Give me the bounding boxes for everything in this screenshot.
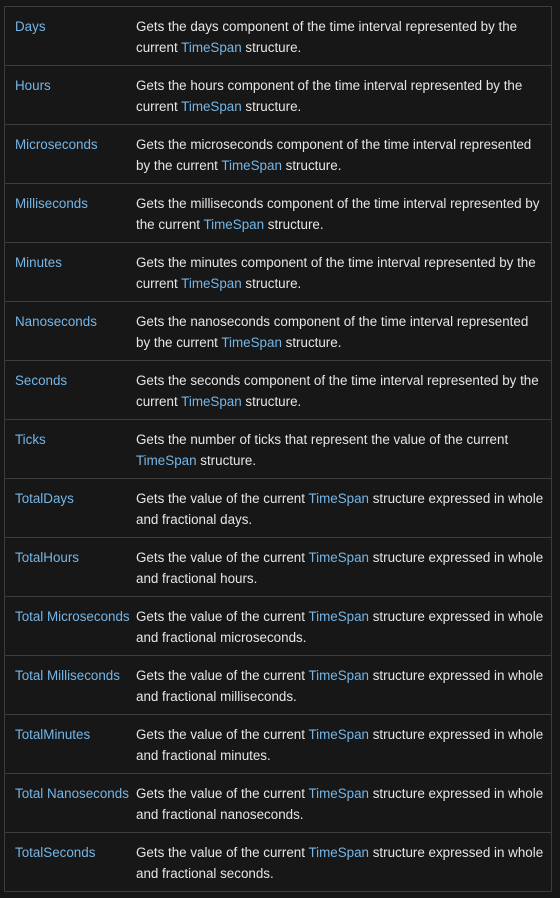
property-name-cell: Ticks — [4, 419, 136, 479]
property-name-cell: Milliseconds — [4, 183, 136, 243]
description-text: Gets the value of the current — [136, 609, 309, 624]
timespan-link[interactable]: TimeSpan — [181, 394, 242, 409]
property-description-cell: Gets the nanoseconds component of the ti… — [136, 301, 552, 361]
timespan-link[interactable]: TimeSpan — [308, 668, 369, 683]
description-text-suffix: structure. — [241, 40, 302, 55]
property-name-link[interactable]: Milliseconds — [15, 196, 88, 211]
property-description-cell: Gets the microseconds component of the t… — [136, 124, 552, 184]
timespan-link[interactable]: TimeSpan — [308, 491, 369, 506]
description-text-suffix: structure. — [264, 217, 324, 232]
table-row: TotalDays Gets the value of the current T… — [4, 478, 552, 538]
table-row: TotalSeconds Gets the value of the curren… — [4, 832, 552, 892]
property-description-cell: Gets the value of the current TimeSpan s… — [136, 832, 552, 892]
property-name-cell: TotalMinutes — [4, 714, 136, 774]
property-name-link[interactable]: TotalDays — [15, 491, 74, 506]
property-description-cell: Gets the milliseconds component of the t… — [136, 183, 552, 243]
property-name-cell: Minutes — [4, 242, 136, 302]
property-name-cell: Total Nanoseconds — [4, 773, 136, 833]
property-description-cell: Gets the value of the current TimeSpan s… — [136, 773, 552, 833]
table-row: Minutes Gets the minutes component of the… — [4, 242, 552, 302]
table-row: Days Gets the days component of the time … — [5, 7, 552, 66]
timespan-link[interactable]: TimeSpan — [221, 335, 282, 350]
description-text-suffix: structure. — [241, 276, 302, 291]
description-text-suffix: structure. — [241, 99, 302, 114]
description-text: Gets the value of the current — [136, 668, 309, 683]
description-text-suffix: structure. — [281, 158, 342, 173]
table-row: Total Nanoseconds Gets the value of the c… — [4, 773, 552, 833]
properties-table-body: Days Gets the days component of the time … — [4, 7, 552, 892]
property-name-link[interactable]: TotalHours — [15, 550, 79, 565]
property-description-cell: Gets the value of the current TimeSpan s… — [136, 537, 552, 597]
table-row: Ticks Gets the number of ticks that repre… — [4, 419, 552, 479]
property-description-cell: Gets the hours component of the time int… — [136, 65, 552, 125]
timespan-link[interactable]: TimeSpan — [181, 40, 242, 55]
properties-table: Days Gets the days component of the time … — [4, 6, 552, 892]
description-text-suffix: structure. — [281, 335, 342, 350]
description-text: Gets the value of the current — [136, 786, 309, 801]
description-text-suffix: structure. — [196, 453, 257, 468]
property-description-cell: Gets the days component of the time inte… — [136, 7, 552, 66]
property-name-link[interactable]: Days — [15, 19, 46, 34]
property-description-cell: Gets the value of the current TimeSpan s… — [136, 714, 552, 774]
description-text-suffix: structure. — [241, 394, 302, 409]
property-name-cell: Microseconds — [4, 124, 136, 184]
timespan-link[interactable]: TimeSpan — [181, 276, 242, 291]
timespan-link[interactable]: TimeSpan — [308, 845, 369, 860]
description-text: Gets the value of the current — [136, 845, 309, 860]
property-description-cell: Gets the minutes component of the time i… — [136, 242, 552, 302]
description-text: Gets the milliseconds component of the t… — [136, 196, 540, 232]
table-row: Hours Gets the hours component of the tim… — [4, 65, 552, 125]
property-name-link[interactable]: TotalSeconds — [15, 845, 95, 860]
property-name-cell: Nanoseconds — [4, 301, 136, 361]
table-row: TotalHours Gets the value of the current … — [4, 537, 552, 597]
description-text: Gets the value of the current — [136, 550, 309, 565]
timespan-link[interactable]: TimeSpan — [221, 158, 282, 173]
property-name-cell: Total Milliseconds — [4, 655, 136, 715]
table-row: Nanoseconds Gets the nanoseconds componen… — [4, 301, 552, 361]
property-name-link[interactable]: Microseconds — [15, 137, 98, 152]
description-text: Gets the value of the current — [136, 727, 309, 742]
timespan-link[interactable]: TimeSpan — [308, 786, 369, 801]
property-name-cell: Seconds — [4, 360, 136, 420]
property-name-link[interactable]: Total Microseconds — [15, 609, 130, 624]
timespan-link[interactable]: TimeSpan — [181, 99, 242, 114]
timespan-link[interactable]: TimeSpan — [204, 217, 265, 232]
description-text: Gets the number of ticks that represent … — [136, 432, 509, 447]
property-name-link[interactable]: Total Nanoseconds — [15, 786, 129, 801]
property-name-cell: Days — [5, 7, 137, 66]
property-name-link[interactable]: Total Milliseconds — [15, 668, 120, 683]
table-row: Total Milliseconds Gets the value of the … — [4, 655, 552, 715]
timespan-link[interactable]: TimeSpan — [308, 550, 369, 565]
property-name-link[interactable]: Seconds — [15, 373, 67, 388]
table-row: Microseconds Gets the microseconds compon… — [4, 124, 552, 184]
property-description-cell: Gets the value of the current TimeSpan s… — [136, 596, 552, 656]
table-row: Total Microseconds Gets the value of the … — [4, 596, 552, 656]
property-name-cell: Total Microseconds — [4, 596, 136, 656]
property-name-link[interactable]: TotalMinutes — [15, 727, 90, 742]
property-name-cell: TotalSeconds — [4, 832, 136, 892]
property-description-cell: Gets the seconds component of the time i… — [136, 360, 552, 420]
property-name-cell: TotalHours — [4, 537, 136, 597]
property-description-cell: Gets the value of the current TimeSpan s… — [136, 655, 552, 715]
table-row: TotalMinutes Gets the value of the curren… — [4, 714, 552, 774]
property-name-cell: Hours — [4, 65, 136, 125]
property-name-link[interactable]: Minutes — [15, 255, 62, 270]
table-row: Milliseconds Gets the milliseconds compon… — [4, 183, 552, 243]
timespan-link[interactable]: TimeSpan — [136, 453, 197, 468]
property-name-cell: TotalDays — [4, 478, 136, 538]
table-row: Seconds Gets the seconds component of the… — [4, 360, 552, 420]
property-description-cell: Gets the value of the current TimeSpan s… — [136, 478, 552, 538]
property-description-cell: Gets the number of ticks that represent … — [136, 419, 552, 479]
property-name-link[interactable]: Nanoseconds — [15, 314, 97, 329]
property-name-link[interactable]: Hours — [15, 78, 51, 93]
description-text: Gets the value of the current — [136, 491, 309, 506]
property-name-link[interactable]: Ticks — [15, 432, 46, 447]
timespan-link[interactable]: TimeSpan — [308, 609, 369, 624]
timespan-link[interactable]: TimeSpan — [308, 727, 369, 742]
